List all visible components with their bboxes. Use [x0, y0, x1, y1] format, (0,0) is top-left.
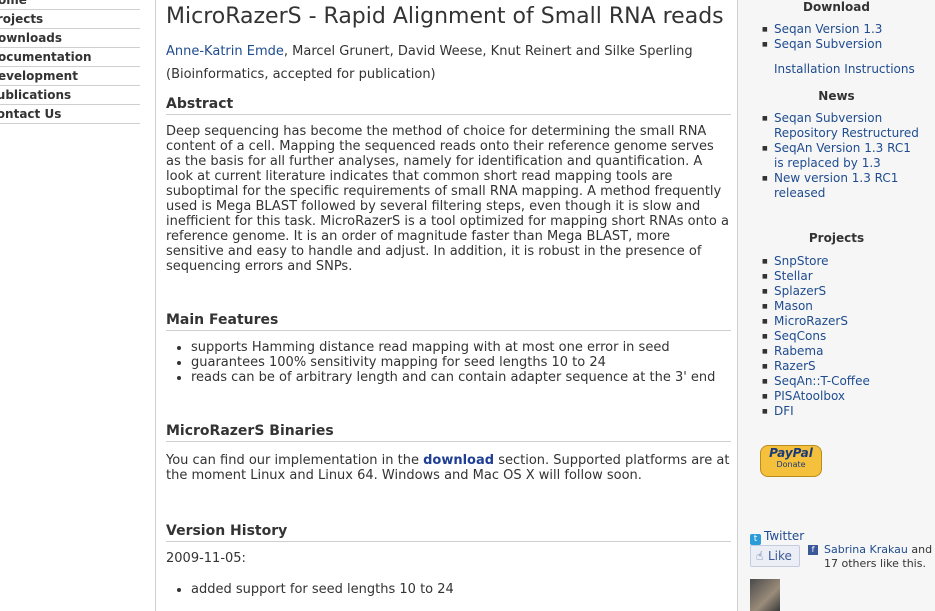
list-item: supports Hamming distance read mapping w… — [191, 340, 731, 355]
like-label: Like — [768, 549, 792, 563]
news-link[interactable]: SeqAn Version 1.3 RC1 is replaced by 1.3 — [738, 141, 923, 171]
twitter-link[interactable]: t Twitter — [750, 529, 804, 545]
thumbs-up-icon: ☝ — [756, 549, 764, 563]
download-list: Seqan Version 1.3 Seqan Subversion — [738, 22, 935, 52]
main-content: MicroRazerS - Rapid Alignment of Small R… — [166, 0, 731, 597]
authors: Anne-Katrin Emde, Marcel Grunert, David … — [166, 43, 731, 60]
nav-item-publications[interactable]: Publications — [0, 86, 140, 105]
projects-heading: Projects — [808, 231, 865, 245]
authors-rest: , Marcel Grunert, David Weese, Knut Rein… — [283, 44, 693, 59]
donate-label: Donate — [776, 460, 806, 469]
nav-item-downloads[interactable]: Downloads — [0, 29, 140, 48]
binaries-text: You can find our implementation in the d… — [166, 453, 731, 483]
project-link[interactable]: Rabema — [738, 344, 935, 359]
project-link[interactable]: SeqCons — [738, 329, 935, 344]
news-link[interactable]: Seqan Subversion Repository Restructured — [738, 111, 923, 141]
abstract-heading: Abstract — [166, 96, 731, 115]
facebook-social-text: Sabrina Krakau and 17 others like this. — [824, 543, 934, 571]
download-link[interactable]: download — [423, 453, 494, 468]
projects-list: SnpStore Stellar SplazerS Mason MicroRaz… — [738, 254, 935, 419]
history-heading: Version History — [166, 523, 731, 542]
news-list: Seqan Subversion Repository Restructured… — [738, 111, 923, 201]
binaries-heading: MicroRazerS Binaries — [166, 423, 731, 442]
left-nav: Home Projects Downloads Documentation De… — [0, 0, 140, 124]
facebook-like-button[interactable]: ☝ Like — [750, 545, 800, 567]
abstract-text: Deep sequencing has become the method of… — [166, 124, 729, 274]
paypal-donate-button[interactable]: PayPal Donate — [760, 445, 822, 477]
author-link[interactable]: Anne-Katrin Emde — [166, 44, 284, 59]
project-link[interactable]: DFI — [738, 404, 935, 419]
history-list: added support for seed lengths 10 to 24 — [166, 582, 731, 597]
project-link[interactable]: RazerS — [738, 359, 935, 374]
features-heading: Main Features — [166, 312, 731, 331]
project-link[interactable]: SplazerS — [738, 284, 935, 299]
nav-item-projects[interactable]: Projects — [0, 10, 140, 29]
publication-note: (Bioinformatics, accepted for publicatio… — [166, 67, 436, 82]
project-link[interactable]: SeqAn::T-Coffee — [738, 374, 935, 389]
page-title: MicroRazerS - Rapid Alignment of Small R… — [166, 4, 724, 29]
list-item: added support for seed lengths 10 to 24 — [191, 582, 731, 597]
nav-item-development[interactable]: Development — [0, 67, 140, 86]
features-list: supports Hamming distance read mapping w… — [166, 340, 731, 385]
twitter-icon: t — [750, 534, 761, 545]
facebook-icon: f — [808, 545, 818, 555]
list-item: guarantees 100% sensitivity mapping for … — [191, 355, 731, 370]
nav-item-home[interactable]: Home — [0, 0, 140, 10]
avatar[interactable] — [750, 579, 780, 611]
download-link-subversion[interactable]: Seqan Subversion — [738, 37, 935, 52]
download-heading: Download — [803, 0, 870, 14]
nav-item-contact-us[interactable]: Contact Us — [0, 105, 140, 124]
news-heading: News — [818, 89, 855, 103]
project-link[interactable]: MicroRazerS — [738, 314, 935, 329]
project-link[interactable]: SnpStore — [738, 254, 935, 269]
install-instructions-link[interactable]: Installation Instructions — [738, 62, 935, 77]
download-link-seqan-1-3[interactable]: Seqan Version 1.3 — [738, 22, 935, 37]
twitter-label: Twitter — [764, 529, 805, 543]
project-link[interactable]: Mason — [738, 299, 935, 314]
paypal-logo: PayPal — [769, 446, 813, 460]
list-item: reads can be of arbitrary length and can… — [191, 370, 731, 385]
divider — [155, 0, 156, 611]
news-link[interactable]: New version 1.3 RC1 released — [738, 171, 923, 201]
project-link[interactable]: PISAtoolbox — [738, 389, 935, 404]
binaries-text-pre: You can find our implementation in the — [166, 453, 424, 468]
project-link[interactable]: Stellar — [738, 269, 935, 284]
facebook-friend-link[interactable]: Sabrina Krakau — [824, 543, 908, 556]
history-date: 2009-11-05: — [166, 551, 246, 566]
right-sidebar: Download Seqan Version 1.3 Seqan Subvers… — [738, 0, 935, 419]
nav-item-documentation[interactable]: Documentation — [0, 48, 140, 67]
